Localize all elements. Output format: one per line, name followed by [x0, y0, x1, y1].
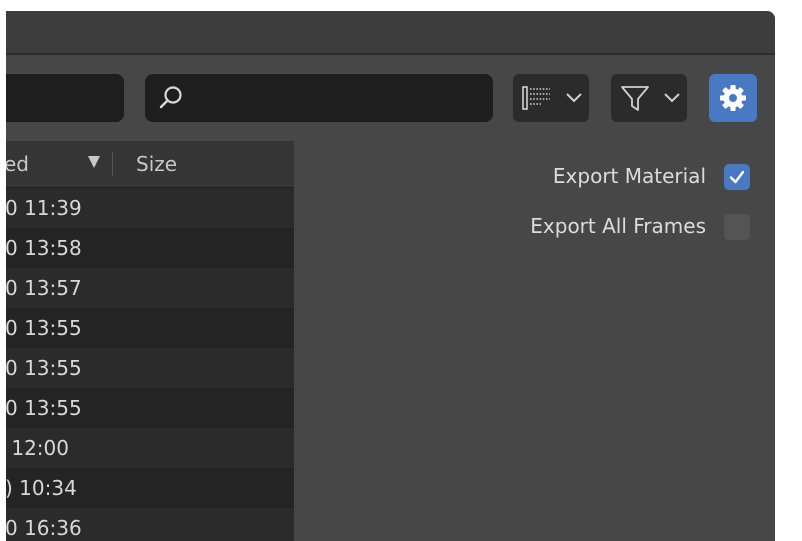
checkmark-icon — [729, 170, 745, 184]
table-row[interactable]: 0 13:55 — [6, 388, 294, 428]
search-icon — [159, 86, 182, 109]
date-cell: 0 13:55 — [6, 316, 82, 340]
sort-descending-icon[interactable] — [88, 156, 100, 168]
table-row[interactable]: 12:00 — [6, 428, 294, 468]
file-list-header: ed Size — [6, 141, 294, 188]
column-divider[interactable] — [112, 152, 113, 176]
table-row[interactable]: 0 13:57 — [6, 268, 294, 308]
file-rows: 0 11:39 0 13:58 0 13:57 0 13:55 0 13:55 … — [6, 188, 294, 541]
table-row[interactable]: 0 13:55 — [6, 308, 294, 348]
table-row[interactable]: ) 10:34 — [6, 468, 294, 508]
file-browser-window: ed Size 0 11:39 0 13:58 0 13:57 0 13:55 … — [6, 11, 775, 541]
date-cell: 0 13:58 — [6, 236, 82, 260]
export-all-frames-checkbox[interactable] — [724, 214, 750, 240]
filter-icon — [621, 86, 649, 111]
filter-dropdown[interactable] — [611, 74, 687, 122]
date-cell: 0 13:55 — [6, 356, 82, 380]
date-cell: 0 13:55 — [6, 396, 82, 420]
settings-toggle-button[interactable] — [709, 74, 757, 122]
export-material-checkbox[interactable] — [724, 164, 750, 190]
date-cell: 12:00 — [6, 436, 69, 460]
file-list[interactable]: ed Size 0 11:39 0 13:58 0 13:57 0 13:55 … — [6, 141, 294, 541]
display-mode-dropdown[interactable] — [513, 74, 589, 122]
date-cell: ) 10:34 — [6, 476, 77, 500]
table-row[interactable]: 0 13:58 — [6, 228, 294, 268]
directory-path-field[interactable] — [6, 74, 124, 122]
export-all-frames-label: Export All Frames — [530, 214, 706, 238]
column-header-size[interactable]: Size — [136, 152, 177, 176]
display-mode-icon — [522, 86, 550, 110]
column-header-date-modified[interactable]: ed — [6, 152, 29, 176]
date-cell: 0 11:39 — [6, 196, 82, 220]
table-row[interactable]: 0 13:55 — [6, 348, 294, 388]
title-bar — [6, 11, 775, 55]
table-row[interactable]: 0 11:39 — [6, 188, 294, 228]
chevron-down-icon — [664, 93, 680, 103]
table-row[interactable]: 0 16:36 — [6, 508, 294, 541]
gear-icon — [720, 85, 746, 111]
date-cell: 0 16:36 — [6, 516, 82, 540]
search-input[interactable] — [145, 74, 493, 122]
chevron-down-icon — [566, 93, 582, 103]
date-cell: 0 13:57 — [6, 276, 82, 300]
export-material-label: Export Material — [552, 164, 706, 188]
